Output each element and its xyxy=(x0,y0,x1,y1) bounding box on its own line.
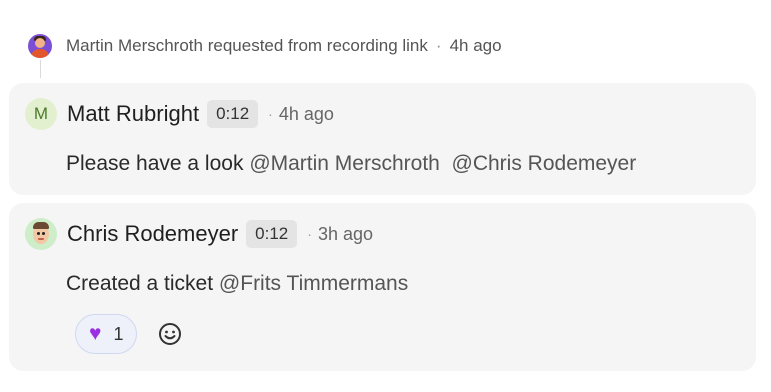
activity-actor: Martin Merschroth xyxy=(66,36,203,55)
meta-separator: · xyxy=(307,226,312,242)
martin-avatar xyxy=(28,34,52,58)
activity-action: requested from recording link xyxy=(207,36,428,55)
video-timestamp-chip[interactable]: 0:12 xyxy=(246,220,298,248)
reaction-count: 1 xyxy=(113,323,124,344)
avatar xyxy=(25,218,57,250)
comment-header: M Matt Rubright 0:12 · 4h ago xyxy=(25,98,334,130)
mention-link[interactable]: @Martin Merschroth xyxy=(249,152,440,175)
comment-time: 4h ago xyxy=(278,103,334,124)
avatar: M xyxy=(25,98,57,130)
reaction-button[interactable]: ♥ 1 xyxy=(75,314,138,354)
activity-separator: · xyxy=(435,36,442,55)
reactions-row: ♥ 1 xyxy=(75,314,183,354)
comment-body: Please have a look @Martin Merschroth @C… xyxy=(66,152,636,176)
comment-author: Chris Rodemeyer xyxy=(67,221,239,246)
activity-row: Martin Merschroth requested from recordi… xyxy=(28,33,502,59)
comment-author: Matt Rubright xyxy=(67,101,200,126)
mention-link[interactable]: @Frits Timmermans xyxy=(219,272,408,295)
mention-link[interactable]: @Chris Rodemeyer xyxy=(452,152,637,175)
comment-text: Please have a look xyxy=(66,152,244,175)
add-reaction-button[interactable] xyxy=(157,321,183,347)
purple-heart-icon: ♥ xyxy=(89,322,102,345)
video-timestamp-chip[interactable]: 0:12 xyxy=(207,100,259,128)
comment-body: Created a ticket @Frits Timmermans xyxy=(66,272,408,296)
comment-time: 3h ago xyxy=(317,223,373,244)
comment-card: Chris Rodemeyer 0:12 · 3h ago Created a … xyxy=(9,203,756,371)
comment-card: M Matt Rubright 0:12 · 4h ago Please hav… xyxy=(9,83,756,195)
activity-time: 4h ago xyxy=(449,36,502,55)
smiley-icon xyxy=(159,323,182,345)
comment-text: Created a ticket xyxy=(66,272,214,295)
meta-separator: · xyxy=(268,106,273,122)
comment-header: Chris Rodemeyer 0:12 · 3h ago xyxy=(25,218,373,250)
thread-connector xyxy=(40,60,41,78)
